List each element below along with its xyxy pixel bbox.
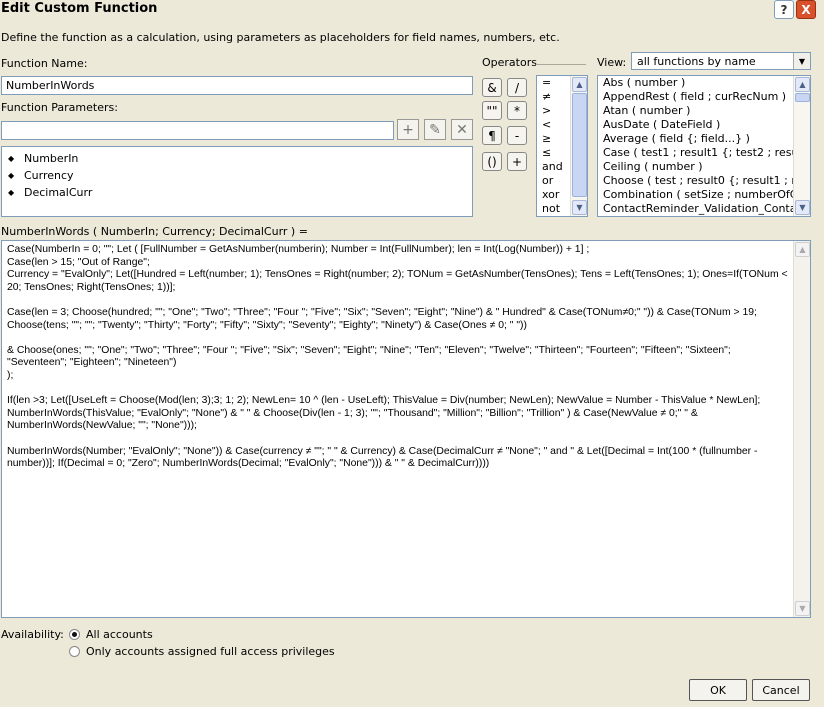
sort-handle-icon[interactable]: ◆ — [8, 188, 24, 197]
scroll-up-icon[interactable]: ▲ — [572, 77, 587, 92]
view-selected-value: all functions by name — [637, 55, 756, 68]
code-line: Case(len = 3; Choose(hundred; ""; "One";… — [7, 306, 757, 331]
delete-parameter-button[interactable]: ✕ — [451, 119, 473, 140]
edit-parameter-button[interactable]: ✎ — [424, 119, 446, 140]
parameter-list[interactable]: ◆ NumberIn ◆ Currency ◆ DecimalCurr — [1, 146, 473, 217]
scroll-down-icon[interactable]: ▼ — [795, 601, 810, 616]
close-button[interactable]: X — [796, 0, 816, 19]
operator-button[interactable]: + — [507, 152, 527, 171]
pencil-icon: ✎ — [429, 121, 441, 138]
cancel-button[interactable]: Cancel — [752, 679, 810, 701]
list-item[interactable]: < — [537, 118, 570, 132]
code-line: NumberInWords(Number; "EvalOnly"; "None"… — [7, 445, 758, 470]
view-label: View: — [597, 56, 627, 69]
radio-all-accounts[interactable]: All accounts — [69, 628, 153, 641]
functions-list[interactable]: Abs ( number ) AppendRest ( field ; curR… — [597, 75, 811, 217]
list-item[interactable]: ≠ — [537, 90, 570, 104]
scroll-thumb[interactable] — [572, 93, 587, 197]
list-item[interactable]: not — [537, 202, 570, 216]
list-item[interactable]: ◆ Currency — [2, 167, 472, 184]
list-item[interactable]: or — [537, 174, 570, 188]
list-item[interactable]: ≥ — [537, 132, 570, 146]
list-item[interactable]: ◆ NumberIn — [2, 150, 472, 167]
list-item[interactable]: > — [537, 104, 570, 118]
radio-unselected-icon — [69, 646, 80, 657]
calculation-text[interactable]: Case(NumberIn = 0; ""; Let ( [FullNumber… — [7, 244, 789, 471]
list-item[interactable]: Average ( field {; field...} ) — [598, 132, 793, 146]
list-item[interactable]: ContactReminder_Validation_Contac... — [598, 202, 793, 216]
sort-handle-icon[interactable]: ◆ — [8, 171, 24, 180]
parameter-input[interactable] — [1, 121, 394, 140]
view-dropdown[interactable]: all functions by name ▼ — [631, 52, 811, 70]
title-bar: Edit Custom Function ? X — [0, 0, 824, 20]
list-item[interactable]: Combination ( setSize ; numberOfCh... — [598, 188, 793, 202]
help-button[interactable]: ? — [774, 0, 794, 19]
code-line: & Choose(ones; ""; "One"; "Two"; "Three"… — [7, 344, 731, 369]
operator-button[interactable]: () — [482, 152, 502, 171]
list-item[interactable]: xor — [537, 188, 570, 202]
function-signature: NumberInWords ( NumberIn; Currency; Deci… — [1, 225, 308, 238]
operator-button[interactable]: ¶ — [482, 126, 502, 145]
functions-scrollbar[interactable]: ▲ ▼ — [793, 76, 810, 216]
code-line: Case(NumberIn = 0; ""; Let ( [FullNumber… — [7, 244, 590, 255]
radio-selected-icon — [69, 629, 80, 640]
scroll-thumb[interactable] — [795, 93, 810, 102]
code-line: If(len >3; Let([UseLeft = Choose(Mod(len… — [7, 395, 761, 432]
list-item[interactable]: Ceiling ( number ) — [598, 160, 793, 174]
code-line: Case(len > 15; "Out of Range"; — [7, 256, 150, 268]
scroll-up-icon[interactable]: ▲ — [795, 242, 810, 257]
operator-button[interactable]: * — [507, 101, 527, 120]
list-item[interactable]: AusDate ( DateField ) — [598, 118, 793, 132]
operator-scrollbar[interactable]: ▲ ▼ — [570, 76, 587, 216]
scroll-down-icon[interactable]: ▼ — [572, 200, 587, 215]
code-line: Currency = "EvalOnly"; Let([Hundred = Le… — [7, 269, 788, 293]
list-item[interactable]: Choose ( test ; result0 {; result1 ; re.… — [598, 174, 793, 188]
operators-label: Operators — [482, 56, 537, 69]
sort-handle-icon[interactable]: ◆ — [8, 154, 24, 163]
list-item[interactable]: ◆ DecimalCurr — [2, 184, 472, 201]
chevron-down-icon[interactable]: ▼ — [793, 53, 810, 69]
scroll-down-icon[interactable]: ▼ — [795, 200, 810, 215]
ok-button[interactable]: OK — [689, 679, 747, 701]
operator-button[interactable]: & — [482, 78, 502, 97]
add-parameter-button[interactable]: + — [397, 119, 419, 140]
plus-icon: + — [402, 121, 414, 138]
list-item[interactable]: Case ( test1 ; result1 {; test2 ; resul.… — [598, 146, 793, 160]
operator-button[interactable]: - — [507, 126, 527, 145]
list-item[interactable]: and — [537, 160, 570, 174]
function-parameters-label: Function Parameters: — [1, 101, 118, 114]
list-item[interactable]: Atan ( number ) — [598, 104, 793, 118]
operator-button[interactable]: / — [507, 78, 527, 97]
delete-icon: ✕ — [456, 121, 468, 138]
dialog-description: Define the function as a calculation, us… — [1, 31, 560, 44]
list-item[interactable]: AppendRest ( field ; curRecNum ) — [598, 90, 793, 104]
divider — [536, 64, 586, 65]
calculation-editor[interactable]: Case(NumberIn = 0; ""; Let ( [FullNumber… — [1, 240, 811, 618]
list-item[interactable]: ≤ — [537, 146, 570, 160]
code-line: ); — [7, 369, 14, 381]
function-name-label: Function Name: — [1, 57, 88, 70]
list-item[interactable]: Abs ( number ) — [598, 76, 793, 90]
scroll-up-icon[interactable]: ▲ — [795, 77, 810, 92]
availability-label: Availability: — [1, 628, 64, 641]
operator-button[interactable]: "" — [482, 101, 502, 120]
list-item[interactable]: = — [537, 76, 570, 90]
operator-list[interactable]: = ≠ > < ≥ ≤ and or xor not ▲ ▼ — [536, 75, 588, 217]
window-title: Edit Custom Function — [1, 1, 158, 16]
radio-full-access-only[interactable]: Only accounts assigned full access privi… — [69, 645, 335, 658]
function-name-input[interactable]: NumberInWords — [1, 76, 473, 95]
editor-scrollbar[interactable]: ▲ ▼ — [793, 241, 810, 617]
